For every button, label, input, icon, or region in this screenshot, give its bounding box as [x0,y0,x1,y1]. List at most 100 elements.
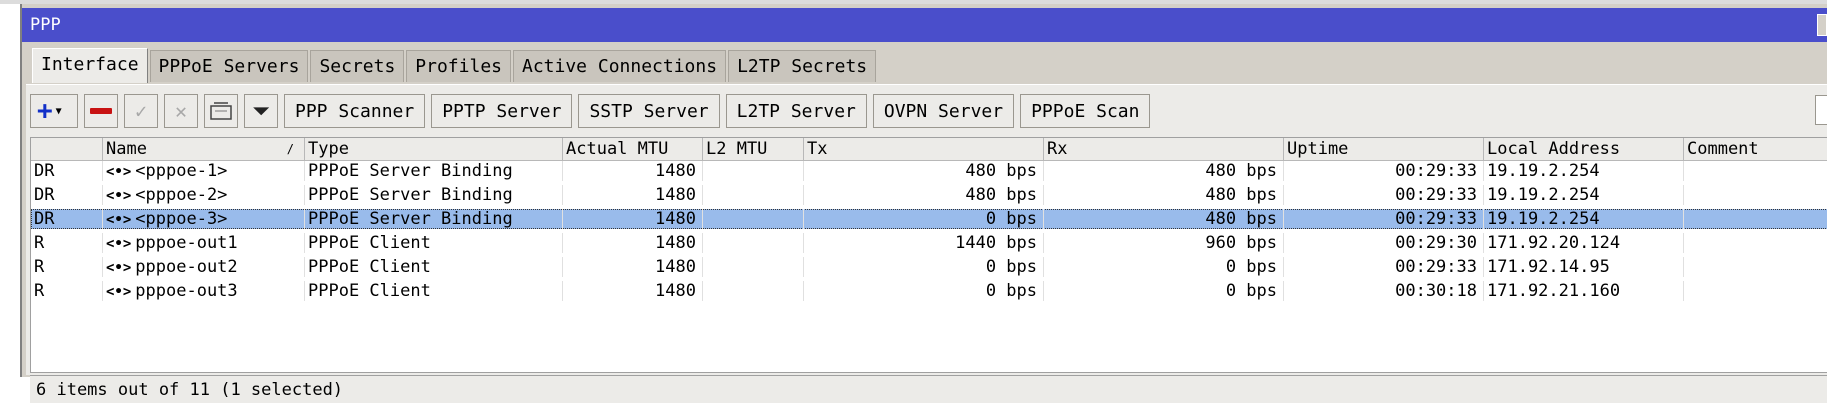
cell-tx: 1440 bps [804,233,1044,253]
cell-name: <•> pppoe-out1 [103,233,305,253]
interface-link-icon: <•> [106,164,132,180]
sstp-server-button[interactable]: SSTP Server [578,94,720,128]
column-comment[interactable]: Comment [1684,138,1827,160]
column-uptime[interactable]: Uptime [1284,138,1484,160]
column-rx[interactable]: Rx [1044,138,1284,160]
window-titlebar[interactable]: PPP [22,8,1827,42]
interface-name: pppoe-out1 [135,233,238,253]
interface-name: <pppoe-3> [135,209,228,229]
disable-button[interactable]: ✕ [164,94,198,128]
filter-button[interactable]: ⏷ [244,94,278,128]
tab-profiles[interactable]: Profiles [406,50,511,82]
table-row[interactable]: DR <•> <pppoe-1> PPPoE Server Binding 1480 48… [31,161,1827,181]
cell-uptime: 00:29:33 [1284,209,1484,229]
cell-uptime: 00:29:33 [1284,257,1484,277]
cell-flags: DR [31,161,103,181]
cell-uptime: 00:30:18 [1284,281,1484,301]
table-row[interactable]: R <•> pppoe-out1 PPPoE Client 1480 1440 bps 96… [31,233,1827,253]
table-row[interactable]: DR <•> <pppoe-3> PPPoE Server Binding 1480 0 … [31,209,1827,229]
table-row[interactable]: R <•> pppoe-out3 PPPoE Client 1480 0 bps 0 bps… [31,281,1827,301]
cell-flags: DR [31,209,103,229]
cell-rx: 480 bps [1044,161,1284,181]
cell-tx: 0 bps [804,257,1044,277]
find-input[interactable] [1815,95,1827,125]
window-control-button[interactable] [1817,14,1827,36]
cell-local: 171.92.20.124 [1484,233,1684,253]
interface-name: <pppoe-1> [135,161,228,181]
add-button[interactable]: + ▼ [30,94,78,128]
cell-tx: 480 bps [804,185,1044,205]
table-header: Name / Type Actual MTU L2 MTU Tx Rx Upti… [31,138,1827,161]
check-icon: ✓ [134,99,148,123]
window-title: PPP [30,15,61,35]
filter-icon: ⏷ [252,98,270,124]
cell-comment [1684,209,1827,229]
interface-name: <pppoe-2> [135,185,228,205]
column-flags[interactable] [31,138,103,160]
column-l2-mtu[interactable]: L2 MTU [703,138,804,160]
cell-tx: 0 bps [804,281,1044,301]
cell-flags: DR [31,185,103,205]
tab-interface[interactable]: Interface [32,48,148,83]
interface-table: Name / Type Actual MTU L2 MTU Tx Rx Upti… [30,137,1827,373]
cell-mtu: 1480 [563,233,703,253]
cell-local: 19.19.2.254 [1484,209,1684,229]
chevron-down-icon: ▼ [55,105,62,117]
cell-l2mtu [703,233,804,253]
cell-comment [1684,185,1827,205]
tab-l2tp-secrets[interactable]: L2TP Secrets [728,50,877,82]
cell-rx: 0 bps [1044,281,1284,301]
cell-uptime: 00:29:33 [1284,185,1484,205]
cell-local: 19.19.2.254 [1484,185,1684,205]
status-bar: 6 items out of 11 (1 selected) [30,375,1827,403]
pptp-server-button[interactable]: PPTP Server [431,94,573,128]
cell-type: PPPoE Server Binding [305,185,563,205]
remove-icon [90,108,112,114]
cell-mtu: 1480 [563,185,703,205]
ppp-window: PPP Interface PPPoE Servers Secrets Prof… [20,4,1827,403]
comment-icon [210,102,232,120]
comment-button[interactable] [204,94,238,128]
cell-type: PPPoE Client [305,257,563,277]
column-tx[interactable]: Tx [804,138,1044,160]
table-row[interactable]: DR <•> <pppoe-2> PPPoE Server Binding 1480 48… [31,185,1827,205]
cell-comment [1684,233,1827,253]
cell-rx: 480 bps [1044,185,1284,205]
interface-link-icon: <•> [106,284,132,300]
cell-uptime: 00:29:30 [1284,233,1484,253]
cell-type: PPPoE Client [305,233,563,253]
ppp-scanner-button[interactable]: PPP Scanner [284,94,426,128]
status-text: 6 items out of 11 (1 selected) [36,380,344,400]
l2tp-server-button[interactable]: L2TP Server [725,94,867,128]
tab-pppoe-servers[interactable]: PPPoE Servers [149,50,309,82]
cell-name: <•> <pppoe-3> [103,209,305,229]
cell-type: PPPoE Server Binding [305,209,563,229]
column-actual-mtu[interactable]: Actual MTU [563,138,703,160]
table-row[interactable]: R <•> pppoe-out2 PPPoE Client 1480 0 bps 0 bps… [31,257,1827,277]
pppoe-scan-button[interactable]: PPPoE Scan [1020,94,1151,128]
cell-type: PPPoE Client [305,281,563,301]
tab-bar: Interface PPPoE Servers Secrets Profiles… [32,48,878,84]
cell-mtu: 1480 [563,161,703,181]
cell-comment [1684,281,1827,301]
tab-active-connections[interactable]: Active Connections [513,50,727,82]
cell-name: <•> <pppoe-1> [103,161,305,181]
enable-button[interactable]: ✓ [124,94,158,128]
tab-secrets[interactable]: Secrets [310,50,405,82]
column-type[interactable]: Type [305,138,563,160]
interface-name: pppoe-out3 [135,281,238,301]
cell-mtu: 1480 [563,209,703,229]
column-local-address[interactable]: Local Address [1484,138,1684,160]
cell-tx: 480 bps [804,161,1044,181]
add-icon: + [37,96,53,126]
cell-flags: R [31,257,103,277]
column-name[interactable]: Name / [103,138,305,160]
interface-panel: + ▼ ✓ ✕ ⏷ PPP Scanner PPTP Server SSTP S… [26,84,1827,403]
cell-name: <•> pppoe-out3 [103,281,305,301]
ovpn-server-button[interactable]: OVPN Server [872,94,1015,128]
cell-rx: 0 bps [1044,257,1284,277]
remove-button[interactable] [84,94,118,128]
cell-local: 171.92.14.95 [1484,257,1684,277]
sort-icon: / [286,142,294,156]
cell-l2mtu [703,257,804,277]
